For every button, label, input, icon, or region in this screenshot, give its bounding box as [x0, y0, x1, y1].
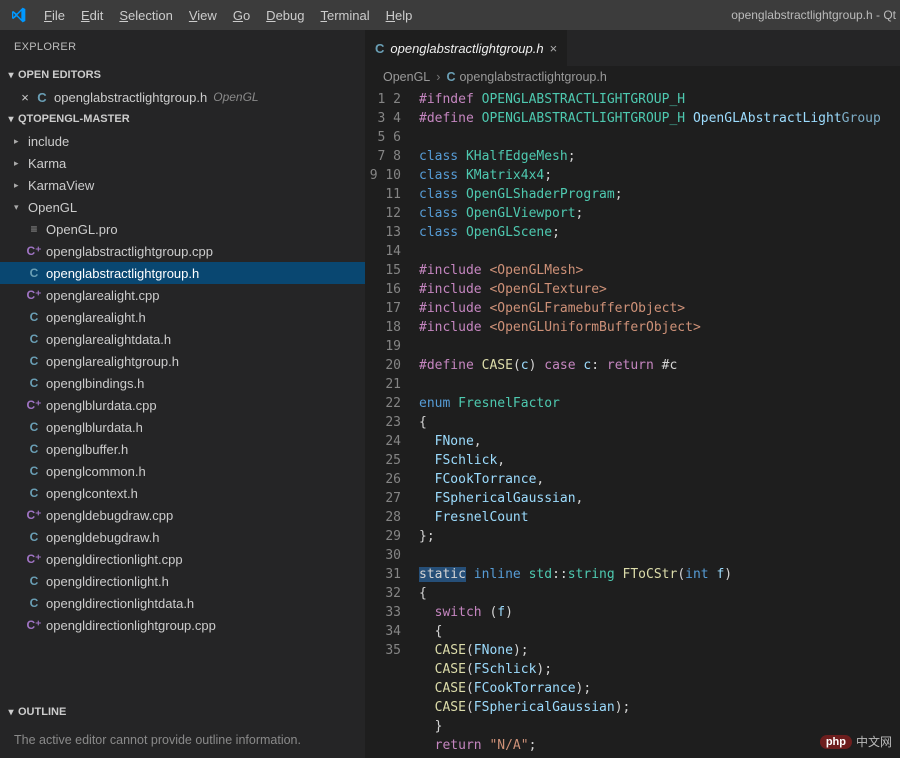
file-icon: C⁺	[26, 288, 42, 302]
file-item[interactable]: Copenglcommon.h	[0, 460, 365, 482]
open-editors-section[interactable]: ▾ OPEN EDITORS	[0, 64, 365, 86]
breadcrumb-file[interactable]: openglabstractlightgroup.h	[459, 70, 606, 84]
close-icon[interactable]: ×	[18, 90, 32, 105]
chevron-icon	[14, 180, 26, 191]
file-item[interactable]: Copenglbindings.h	[0, 372, 365, 394]
watermark-text: 中文网	[856, 733, 892, 750]
minimap[interactable]	[840, 88, 900, 758]
file-icon: C	[26, 442, 42, 456]
file-icon: C⁺	[26, 508, 42, 522]
file-item[interactable]: Copenglbuffer.h	[0, 438, 365, 460]
folder-include[interactable]: include	[0, 130, 365, 152]
file-icon: C⁺	[26, 552, 42, 566]
file-item[interactable]: Copenglarealightgroup.h	[0, 350, 365, 372]
window-title: openglabstractlightgroup.h - Qt	[420, 8, 900, 22]
file-item[interactable]: Copengldirectionlight.h	[0, 570, 365, 592]
folder-karma[interactable]: Karma	[0, 152, 365, 174]
chevron-down-icon: ▾	[4, 707, 18, 718]
menu-view[interactable]: View	[181, 8, 225, 23]
workspace-label: QTOPENGL-MASTER	[18, 113, 130, 125]
open-editor-name: openglabstractlightgroup.h	[54, 90, 207, 105]
file-icon: C	[26, 574, 42, 588]
menu-edit[interactable]: Edit	[73, 8, 111, 23]
outline-label: OUTLINE	[18, 706, 66, 718]
chevron-down-icon: ▾	[4, 70, 18, 81]
file-icon: C	[26, 596, 42, 610]
file-c-icon: C	[446, 70, 455, 84]
file-c-icon: C	[375, 41, 384, 56]
file-icon: C⁺	[26, 244, 42, 258]
editor-tabbar: C openglabstractlightgroup.h ×	[365, 30, 900, 66]
file-icon: C	[26, 464, 42, 478]
line-numbers: 1 2 3 4 5 6 7 8 9 10 11 12 13 14 15 16 1…	[365, 88, 419, 758]
code-content[interactable]: #ifndef OPENGLABSTRACTLIGHTGROUP_H #defi…	[419, 88, 900, 758]
menu-help[interactable]: Help	[378, 8, 421, 23]
file-icon: ≡	[26, 222, 42, 236]
file-item[interactable]: Copenglarealightdata.h	[0, 328, 365, 350]
file-item[interactable]: C⁺opengldirectionlight.cpp	[0, 548, 365, 570]
file-item[interactable]: C⁺openglabstractlightgroup.cpp	[0, 240, 365, 262]
file-item[interactable]: Copenglblurdata.h	[0, 416, 365, 438]
chevron-icon	[14, 136, 26, 147]
explorer-label: EXPLORER	[0, 30, 365, 64]
file-item[interactable]: C⁺opengldebugdraw.cpp	[0, 504, 365, 526]
breadcrumb[interactable]: OpenGL › C openglabstractlightgroup.h	[365, 66, 900, 88]
vscode-logo-icon	[10, 7, 26, 23]
menu-debug[interactable]: Debug	[258, 8, 312, 23]
file-tree: includeKarmaKarmaViewOpenGL≡OpenGL.proC⁺…	[0, 130, 365, 701]
folder-karmaview[interactable]: KarmaView	[0, 174, 365, 196]
file-icon: C⁺	[26, 618, 42, 632]
file-icon: C	[26, 486, 42, 500]
file-item[interactable]: Copengldirectionlightdata.h	[0, 592, 365, 614]
editor-tab[interactable]: C openglabstractlightgroup.h ×	[365, 30, 568, 66]
file-item[interactable]: C⁺opengldirectionlightgroup.cpp	[0, 614, 365, 636]
chevron-icon	[14, 158, 26, 169]
file-icon: C	[26, 310, 42, 324]
workspace-section[interactable]: ▾ QTOPENGL-MASTER	[0, 108, 365, 130]
tab-name: openglabstractlightgroup.h	[390, 41, 543, 56]
open-editors-label: OPEN EDITORS	[18, 69, 101, 81]
breadcrumb-folder[interactable]: OpenGL	[383, 70, 430, 84]
folder-opengl[interactable]: OpenGL	[0, 196, 365, 218]
outline-message: The active editor cannot provide outline…	[0, 723, 365, 758]
menubar: FileEditSelectionViewGoDebugTerminalHelp…	[0, 0, 900, 30]
outline-section[interactable]: ▾ OUTLINE	[0, 701, 365, 723]
file-icon: C	[26, 420, 42, 434]
chevron-icon	[14, 202, 26, 213]
open-editor-path: OpenGL	[213, 90, 258, 104]
menu-file[interactable]: File	[36, 8, 73, 23]
close-icon[interactable]: ×	[550, 41, 558, 56]
file-icon: C	[26, 266, 42, 280]
file-item[interactable]: Copenglarealight.h	[0, 306, 365, 328]
menu-selection[interactable]: Selection	[111, 8, 180, 23]
file-icon: C	[26, 530, 42, 544]
menu-terminal[interactable]: Terminal	[312, 8, 377, 23]
sidebar: EXPLORER ▾ OPEN EDITORS × C openglabstra…	[0, 30, 365, 758]
breadcrumb-sep-icon: ›	[436, 70, 440, 84]
chevron-down-icon: ▾	[4, 114, 18, 125]
file-icon: C⁺	[26, 398, 42, 412]
file-c-icon: C	[34, 90, 50, 105]
code-editor[interactable]: 1 2 3 4 5 6 7 8 9 10 11 12 13 14 15 16 1…	[365, 88, 900, 758]
file-item[interactable]: ≡OpenGL.pro	[0, 218, 365, 240]
file-item[interactable]: C⁺openglblurdata.cpp	[0, 394, 365, 416]
file-icon: C	[26, 376, 42, 390]
file-item[interactable]: C⁺openglarealight.cpp	[0, 284, 365, 306]
open-editor-item[interactable]: × C openglabstractlightgroup.h OpenGL	[0, 86, 365, 108]
file-icon: C	[26, 354, 42, 368]
menu-go[interactable]: Go	[225, 8, 258, 23]
file-item[interactable]: Copenglcontext.h	[0, 482, 365, 504]
watermark: php 中文网	[820, 733, 892, 750]
file-icon: C	[26, 332, 42, 346]
editor-area: C openglabstractlightgroup.h × OpenGL › …	[365, 30, 900, 758]
file-item[interactable]: Copengldebugdraw.h	[0, 526, 365, 548]
file-item[interactable]: Copenglabstractlightgroup.h	[0, 262, 365, 284]
watermark-badge: php	[820, 735, 852, 749]
